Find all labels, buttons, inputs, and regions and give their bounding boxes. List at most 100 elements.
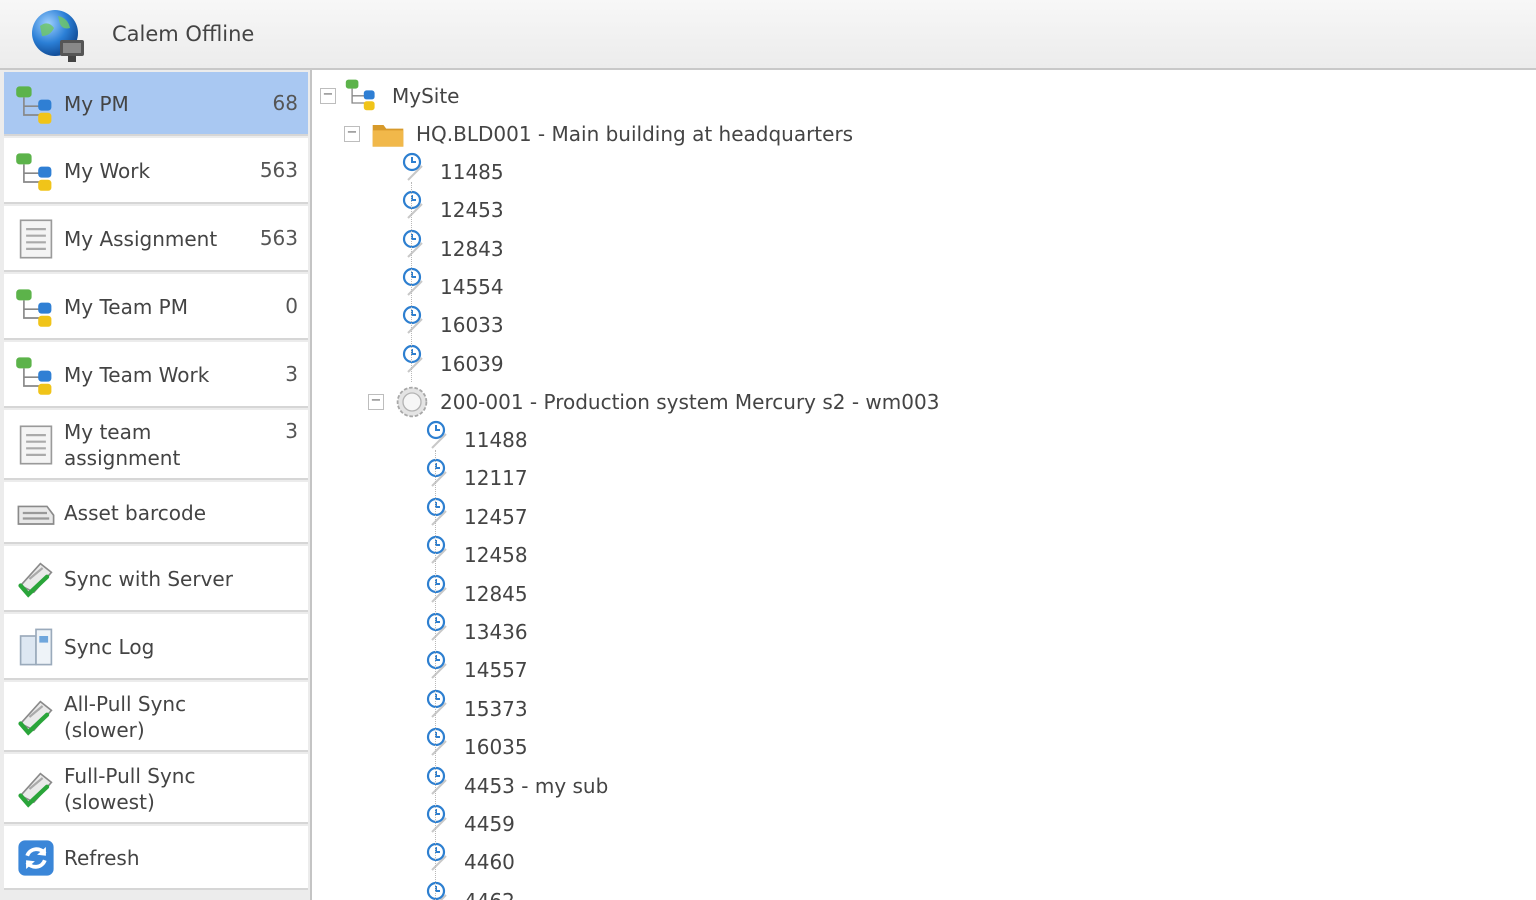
tree-node-asset[interactable]: − 200-001 - Production system Mercury s2… — [314, 384, 1514, 420]
tree-node-building[interactable]: − HQ.BLD001 - Main building at headquart… — [314, 116, 1514, 152]
folder-icon — [370, 116, 406, 156]
sidebar-item-label: My team assignment — [64, 420, 181, 470]
clock-pm-icon — [400, 152, 430, 186]
sidebar-item-sync-with-server[interactable]: Sync with Server — [4, 546, 308, 612]
sidebar-item-label: Asset barcode — [64, 501, 206, 525]
app-title: Calem Offline — [112, 22, 255, 46]
clock-pm-icon — [400, 229, 430, 263]
clock-pm-icon — [424, 689, 454, 723]
clock-pm-icon — [400, 344, 430, 378]
collapse-toggle[interactable]: − — [320, 88, 336, 104]
refresh-icon — [14, 836, 58, 880]
sidebar-item-count: 563 — [259, 226, 298, 250]
hierarchy-icon — [14, 285, 58, 329]
tree-leaf-pm[interactable]: 16035 — [314, 727, 1514, 765]
tree-node-label: 14554 — [440, 274, 504, 299]
hierarchy-icon — [344, 76, 380, 116]
tree-leaf-pm[interactable]: 12117 — [314, 458, 1514, 496]
tree-node-label: 16039 — [440, 351, 504, 376]
clock-pm-icon — [424, 574, 454, 608]
sync-check-icon — [14, 557, 58, 601]
tree-leaf-pm[interactable]: 4459 — [314, 804, 1514, 842]
sidebar-item-label: All-Pull Sync (slower) — [64, 692, 187, 742]
document-icon — [14, 217, 58, 261]
tree-node-label: MySite — [392, 84, 460, 108]
tree-leaf-pm[interactable]: 14554 — [314, 267, 1514, 305]
sidebar-item-label: Sync Log — [64, 635, 155, 659]
clock-pm-icon — [424, 535, 454, 569]
clock-pm-icon — [400, 305, 430, 339]
tree-node-label: 16033 — [440, 313, 504, 338]
tree-leaf-pm[interactable]: 16033 — [314, 305, 1514, 343]
sync-check-icon — [14, 695, 58, 739]
tree-leaf-pm[interactable]: 4460 — [314, 842, 1514, 880]
sidebar-item-sync-log[interactable]: Sync Log — [4, 614, 308, 680]
tree-leaf-pm[interactable]: 14557 — [314, 650, 1514, 688]
collapse-toggle[interactable]: − — [368, 394, 384, 410]
tree-node-label: 12843 — [440, 236, 504, 261]
sidebar-item-my-team-work[interactable]: My Team Work 3 — [4, 342, 308, 408]
clock-pm-icon — [424, 727, 454, 761]
gear-icon — [394, 384, 430, 424]
clock-pm-icon — [424, 842, 454, 876]
tree-leaf-pm[interactable]: 4453 - my sub — [314, 766, 1514, 804]
tree-node-label: 11488 — [464, 428, 528, 452]
tree-node-label: 200-001 - Production system Mercury s2 -… — [440, 390, 940, 414]
clock-pm-icon — [424, 650, 454, 684]
sidebar-item-label: Refresh — [64, 846, 140, 870]
clock-pm-icon — [424, 766, 454, 800]
clock-pm-icon — [424, 497, 454, 531]
sync-check-icon — [14, 767, 58, 811]
title-bar: Calem Offline — [0, 0, 1536, 70]
sidebar-item-label: My Assignment — [64, 227, 218, 251]
tree-leaf-pm[interactable]: 12457 — [314, 497, 1514, 535]
tree-leaf-pm[interactable]: 4462 — [314, 881, 1514, 900]
sidebar-item-label: My Work — [64, 159, 151, 183]
sidebar-item-label: Sync with Server — [64, 567, 233, 591]
tree-leaf-pm[interactable]: 13436 — [314, 612, 1514, 650]
tree-node-label: 4459 — [464, 812, 515, 836]
hierarchy-icon — [14, 82, 58, 126]
sidebar-item-label: My Team PM — [64, 295, 188, 319]
sidebar-item-label: Full-Pull Sync (slowest) — [64, 764, 196, 814]
globe-computer-icon — [32, 10, 84, 62]
sidebar-item-full-pull-sync-slowest[interactable]: Full-Pull Sync (slowest) — [4, 754, 308, 824]
sidebar-item-refresh[interactable]: Refresh — [4, 826, 308, 890]
barcode-scanner-icon — [14, 491, 58, 535]
sidebar-item-my-work[interactable]: My Work 563 — [4, 138, 308, 204]
tree-leaf-pm[interactable]: 12845 — [314, 574, 1514, 612]
tree-leaf-pm[interactable]: 12453 — [314, 191, 1514, 228]
log-icon — [14, 625, 58, 669]
clock-pm-icon — [424, 420, 454, 454]
hierarchy-icon — [14, 353, 58, 397]
tree-node-site[interactable]: − MySite — [314, 78, 1514, 114]
clock-pm-icon — [424, 458, 454, 492]
collapse-toggle[interactable]: − — [344, 126, 360, 142]
clock-pm-icon — [424, 612, 454, 646]
tree-node-label: 4453 - my sub — [464, 773, 609, 798]
sidebar-item-my-pm[interactable]: My PM 68 — [4, 72, 308, 136]
tree-node-label: 12458 — [464, 543, 528, 568]
sidebar-item-my-team-assignment[interactable]: My team assignment 3 — [4, 410, 308, 480]
tree-leaf-pm[interactable]: 11488 — [314, 420, 1514, 458]
tree-node-label: 14557 — [464, 658, 528, 683]
sidebar-item-label: My PM — [64, 92, 129, 116]
tree-leaf-pm[interactable]: 12843 — [314, 229, 1514, 267]
tree-node-label: 4462 — [464, 889, 515, 900]
tree-leaf-pm[interactable]: 16039 — [314, 344, 1514, 382]
tree-guide-line — [435, 450, 436, 900]
sidebar-item-my-team-pm[interactable]: My Team PM 0 — [4, 274, 308, 340]
sidebar-item-asset-barcode[interactable]: Asset barcode — [4, 482, 308, 544]
tree-view: − MySite − HQ.BLD001 - Main building at h… — [314, 70, 1536, 900]
tree-leaf-pm[interactable]: 11485 — [314, 152, 1514, 190]
tree-guide-line — [411, 182, 412, 382]
sidebar-item-my-assignment[interactable]: My Assignment 563 — [4, 206, 308, 272]
tree-node-label: 12457 — [464, 504, 528, 529]
tree-node-label: 12453 — [440, 198, 504, 223]
document-icon — [14, 423, 58, 467]
tree-leaf-pm[interactable]: 12458 — [314, 535, 1514, 573]
tree-leaf-pm[interactable]: 15373 — [314, 689, 1514, 727]
sidebar-item-all-pull-sync-slower[interactable]: All-Pull Sync (slower) — [4, 682, 308, 752]
sidebar-item-count: 3 — [285, 362, 298, 386]
sidebar-item-count: 68 — [272, 91, 298, 115]
